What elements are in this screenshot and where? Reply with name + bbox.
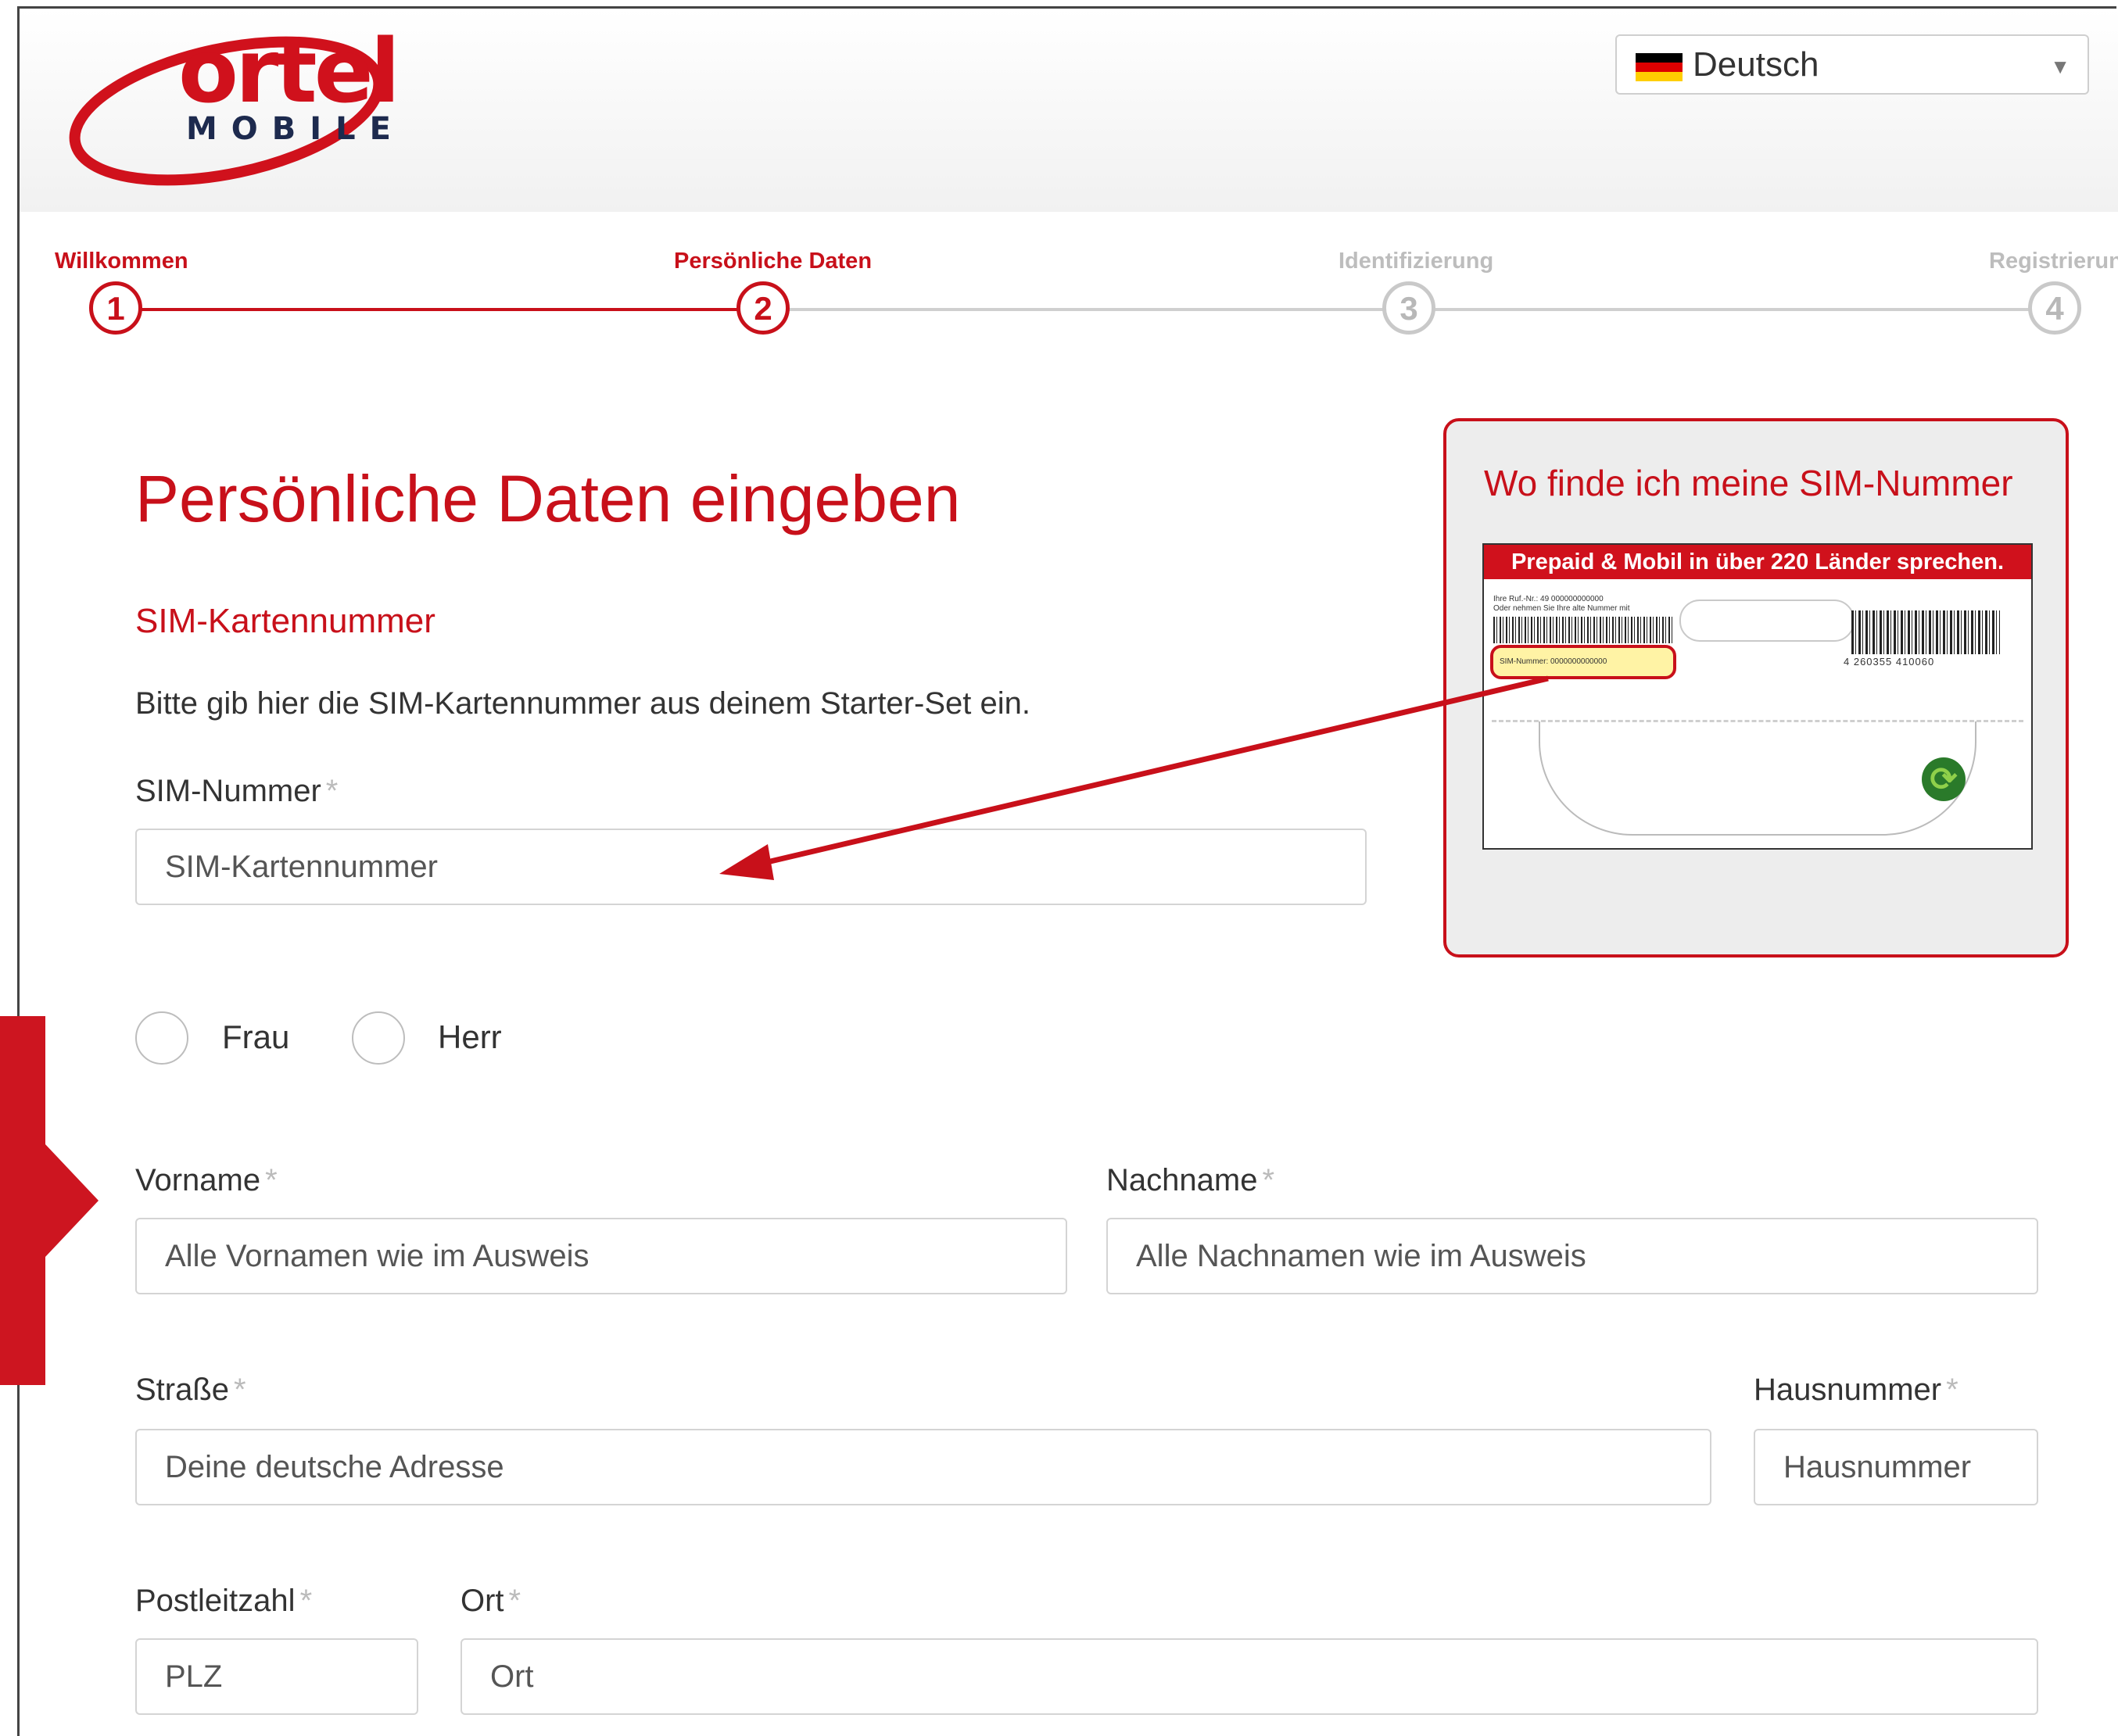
language-select[interactable]: Deutsch ▼ [1615, 34, 2089, 95]
card-banner: Prepaid & Mobil in über 220 Länder sprec… [1484, 545, 2031, 579]
city-input[interactable] [461, 1638, 2038, 1715]
required-marker: * [1946, 1373, 1959, 1407]
sim-number-label-text: SIM-Nummer [135, 774, 321, 808]
sim-helper-text: Bitte gib hier die SIM-Kartennummer aus … [135, 686, 1030, 721]
postal-code-label: Postleitzahl * [135, 1584, 312, 1619]
street-input[interactable] [135, 1429, 1711, 1505]
street-label-text: Straße [135, 1373, 230, 1407]
sim-number-label: SIM-Nummer * [135, 774, 338, 809]
required-marker: * [234, 1373, 246, 1407]
radio-herr-label[interactable]: Herr [438, 1018, 502, 1056]
card-phone-number: Ihre Ruf.-Nr.: 49 000000000000 [1493, 595, 1604, 603]
sim-help-box: Wo finde ich meine SIM-Nummer Prepaid & … [1443, 418, 2069, 957]
sim-number-input[interactable] [135, 829, 1367, 905]
first-name-input[interactable] [135, 1218, 1067, 1294]
step-label-3: Identifizierung [1339, 249, 1494, 274]
last-name-label-text: Nachname [1106, 1163, 1258, 1197]
progress-line-done [117, 308, 766, 311]
card-phone-text: Ihre Ruf.-Nr.: 49 000000000000 Oder nehm… [1493, 595, 1673, 614]
house-number-label-text: Hausnummer [1754, 1373, 1942, 1407]
city-label-text: Ort [461, 1584, 504, 1618]
required-marker: * [508, 1584, 521, 1618]
starter-set-card-image: Prepaid & Mobil in über 220 Länder sprec… [1482, 543, 2033, 850]
required-marker: * [325, 774, 339, 808]
card-phone-note: Oder nehmen Sie Ihre alte Nummer mit [1493, 604, 1630, 613]
ortel-mobile-logo[interactable]: ortel MOBILE [63, 23, 400, 188]
required-marker: * [265, 1163, 278, 1197]
house-number-label: Hausnummer * [1754, 1373, 1959, 1408]
step-label-1: Willkommen [55, 249, 188, 274]
radio-frau[interactable] [135, 1011, 188, 1065]
street-label: Straße * [135, 1373, 246, 1408]
germany-flag-icon [1636, 53, 1683, 81]
postal-code-input[interactable] [135, 1638, 418, 1715]
ean-barcode-icon [1851, 610, 2000, 654]
radio-herr[interactable] [352, 1011, 405, 1065]
house-number-input[interactable] [1754, 1429, 2038, 1505]
section-heading-sim: SIM-Kartennummer [135, 602, 435, 640]
red-pointer-marker-icon [0, 1016, 99, 1385]
step-circle-2[interactable]: 2 [736, 281, 790, 335]
language-label: Deutsch [1693, 45, 1819, 84]
required-marker: * [299, 1584, 313, 1618]
step-circle-1[interactable]: 1 [89, 281, 142, 335]
radio-frau-label[interactable]: Frau [222, 1018, 289, 1056]
postal-code-label-text: Postleitzahl [135, 1584, 296, 1618]
city-label: Ort * [461, 1584, 521, 1619]
first-name-label: Vorname * [135, 1163, 278, 1198]
step-circle-4: 4 [2028, 281, 2081, 335]
step-label-2: Persönliche Daten [674, 249, 873, 274]
last-name-input[interactable] [1106, 1218, 2038, 1294]
hanger-hole [1679, 600, 1855, 642]
sim-help-title: Wo finde ich meine SIM-Nummer [1484, 463, 2013, 503]
chevron-down-icon: ▼ [2050, 55, 2070, 78]
step-label-4: Registrierung [1989, 249, 2118, 274]
card-pocket [1539, 721, 1976, 836]
ean-number: 4 260355 410060 [1844, 656, 1935, 668]
page-title: Persönliche Daten eingeben [135, 462, 961, 535]
logo-subtitle: MOBILE [186, 111, 405, 147]
required-marker: * [1262, 1163, 1275, 1197]
barcode-small-icon [1493, 617, 1673, 643]
step-circle-3: 3 [1382, 281, 1435, 335]
logo-word: ortel [178, 21, 400, 123]
first-name-label-text: Vorname [135, 1163, 261, 1197]
last-name-label: Nachname * [1106, 1163, 1274, 1198]
recycling-icon: ⟳ [1922, 757, 1966, 801]
sim-number-highlight: SIM-Nummer: 0000000000000 [1490, 645, 1676, 679]
